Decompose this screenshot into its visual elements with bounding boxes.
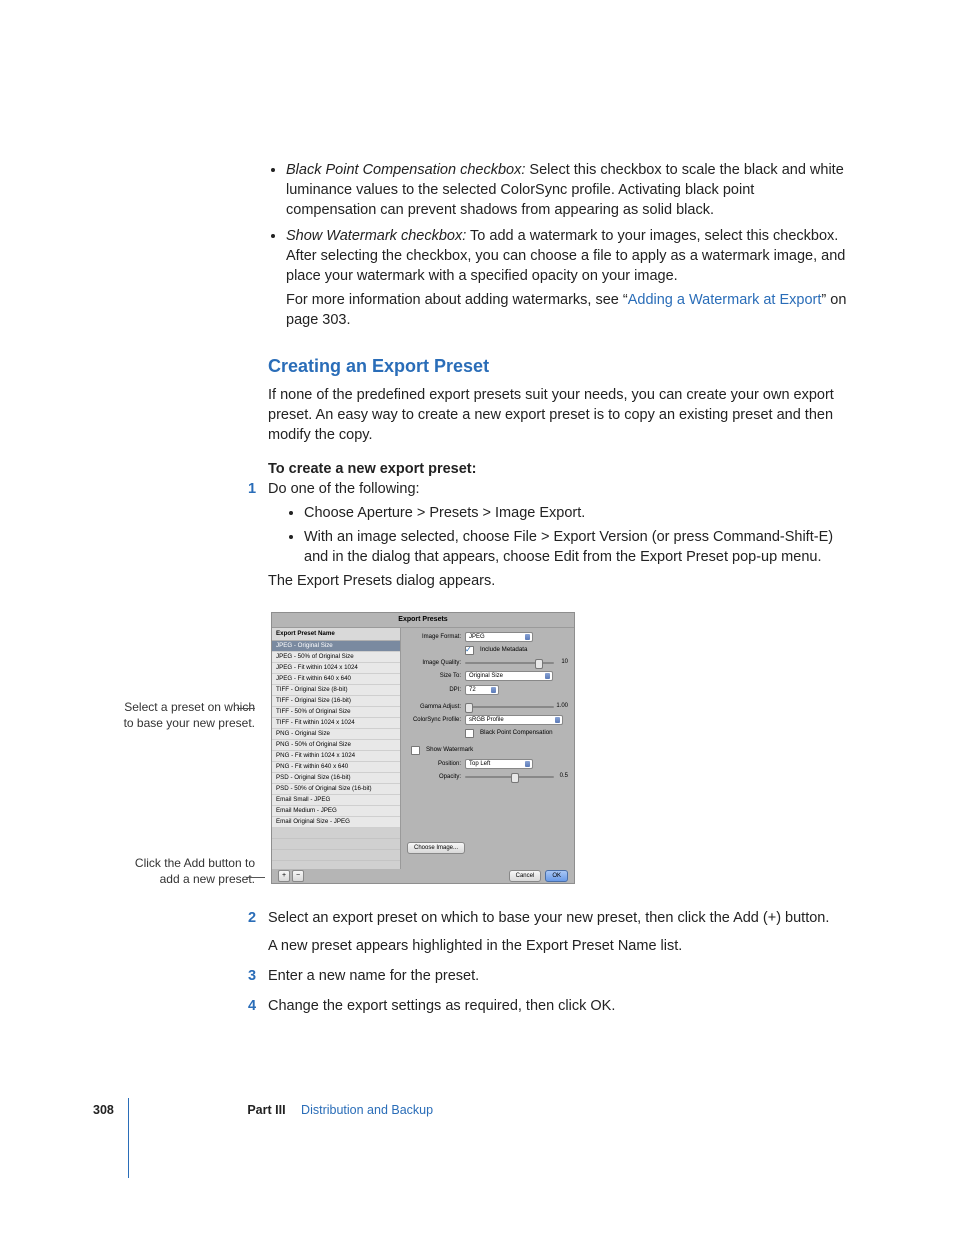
colorsync-profile-select[interactable]: sRGB Profile	[465, 715, 563, 725]
preset-row[interactable]: PSD - 50% of Original Size (16-bit)	[272, 784, 400, 795]
preset-row[interactable]: Email Small - JPEG	[272, 795, 400, 806]
step-1: 1 Do one of the following: Choose Apertu…	[268, 479, 848, 591]
part-section: Distribution and Backup	[301, 1103, 433, 1117]
page-number: 308	[93, 1103, 114, 1117]
gamma-slider[interactable]: 1.00	[465, 703, 568, 711]
add-preset-button[interactable]: +	[278, 870, 290, 882]
step-text: Enter a new name for the preset.	[268, 968, 479, 984]
preset-row[interactable]: JPEG - Original Size	[272, 641, 400, 652]
export-presets-dialog: Export Presets Export Preset Name JPEG -…	[271, 612, 575, 884]
bullet-watermark: Show Watermark checkbox: To add a waterm…	[286, 226, 848, 330]
bullet-bpc: Black Point Compensation checkbox: Selec…	[286, 160, 848, 220]
image-quality-slider[interactable]: 10	[465, 659, 568, 667]
preset-row[interactable]: JPEG - Fit within 640 x 640	[272, 674, 400, 685]
label-size-to: Size To:	[407, 672, 465, 680]
dialog-title: Export Presets	[272, 613, 574, 628]
step-number: 4	[248, 996, 256, 1016]
preset-row-empty	[272, 850, 400, 861]
task-heading: To create a new export preset:	[268, 459, 848, 479]
preset-row[interactable]: PNG - Fit within 640 x 640	[272, 762, 400, 773]
label-opacity: Opacity:	[407, 773, 465, 781]
step-3: 3Enter a new name for the preset.	[268, 966, 848, 986]
preset-row-empty	[272, 839, 400, 850]
callout-add-button: Click the Add button to add a new preset…	[125, 856, 255, 887]
preset-list-header: Export Preset Name	[272, 628, 400, 642]
preset-row[interactable]: TIFF - Original Size (8-bit)	[272, 685, 400, 696]
label-gamma: Gamma Adjust:	[407, 703, 465, 711]
preset-row[interactable]: PSD - Original Size (16-bit)	[272, 773, 400, 784]
label-colorsync-profile: ColorSync Profile:	[407, 716, 465, 724]
preset-row[interactable]: Email Original Size - JPEG	[272, 817, 400, 828]
step-1-text: Do one of the following:	[268, 481, 420, 497]
label-show-watermark: Show Watermark	[426, 746, 473, 755]
step-text: Select an export preset on which to base…	[268, 910, 829, 926]
step-4: 4Change the export settings as required,…	[268, 996, 848, 1016]
choose-image-button[interactable]: Choose Image...	[407, 842, 465, 854]
label-image-format: Image Format:	[407, 633, 465, 641]
opacity-slider[interactable]: 0.5	[465, 773, 568, 781]
include-metadata-checkbox[interactable]	[465, 646, 474, 655]
step-number: 2	[248, 908, 256, 928]
label-bpc: Black Point Compensation	[480, 729, 553, 738]
intro-bullet-list: Black Point Compensation checkbox: Selec…	[268, 160, 848, 330]
section-heading: Creating an Export Preset	[268, 354, 848, 379]
step-text: Change the export settings as required, …	[268, 998, 615, 1014]
watermark-position-select[interactable]: Top Left	[465, 759, 533, 769]
bullet-watermark-label: Show Watermark checkbox:	[286, 228, 466, 244]
preset-row[interactable]: Email Medium - JPEG	[272, 806, 400, 817]
step-1-after: The Export Presets dialog appears.	[268, 571, 848, 591]
bullet-watermark-more: For more information about adding waterm…	[286, 290, 848, 330]
label-image-quality: Image Quality:	[407, 659, 465, 667]
preset-row[interactable]: PNG - Original Size	[272, 729, 400, 740]
black-point-compensation-checkbox[interactable]	[465, 729, 474, 738]
preset-row[interactable]: JPEG - Fit within 1024 x 1024	[272, 663, 400, 674]
watermark-xref-link[interactable]: Adding a Watermark at Export	[628, 292, 822, 308]
margin-rule	[128, 1098, 129, 1178]
step-1-sub-a: Choose Aperture > Presets > Image Export…	[304, 503, 848, 523]
preset-list[interactable]: Export Preset Name JPEG - Original SizeJ…	[272, 628, 401, 872]
step-2: 2Select an export preset on which to bas…	[268, 908, 848, 956]
size-to-select[interactable]: Original Size	[465, 671, 553, 681]
preset-row[interactable]: TIFF - Original Size (16-bit)	[272, 696, 400, 707]
preset-row[interactable]: PNG - 50% of Original Size	[272, 740, 400, 751]
label-position: Position:	[407, 760, 465, 768]
bullet-bpc-label: Black Point Compensation checkbox:	[286, 162, 525, 178]
ok-button[interactable]: OK	[545, 870, 568, 882]
step-number: 3	[248, 966, 256, 986]
part-label: Part III	[247, 1103, 285, 1117]
preset-row-empty	[272, 828, 400, 839]
preset-row[interactable]: TIFF - 50% of Original Size	[272, 707, 400, 718]
preset-row[interactable]: PNG - Fit within 1024 x 1024	[272, 751, 400, 762]
image-format-select[interactable]: JPEG	[465, 632, 533, 642]
page-footer: 308 Part III Distribution and Backup	[93, 1102, 433, 1119]
section-intro: If none of the predefined export presets…	[268, 385, 848, 445]
settings-panel: Image Format: JPEG Include Metadata Imag…	[401, 628, 574, 872]
preset-row[interactable]: TIFF - Fit within 1024 x 1024	[272, 718, 400, 729]
remove-preset-button[interactable]: −	[292, 870, 304, 882]
show-watermark-checkbox[interactable]	[411, 746, 420, 755]
callout-select-preset: Select a preset on which to base your ne…	[115, 700, 255, 731]
step-text-cont: A new preset appears highlighted in the …	[268, 936, 848, 956]
label-dpi: DPI:	[407, 686, 465, 694]
step-number: 1	[248, 479, 256, 499]
label-include-metadata: Include Metadata	[480, 646, 527, 655]
step-1-sub-b: With an image selected, choose File > Ex…	[304, 527, 848, 567]
cancel-button[interactable]: Cancel	[509, 870, 542, 882]
preset-row[interactable]: JPEG - 50% of Original Size	[272, 652, 400, 663]
dpi-input[interactable]: 72	[465, 685, 499, 695]
